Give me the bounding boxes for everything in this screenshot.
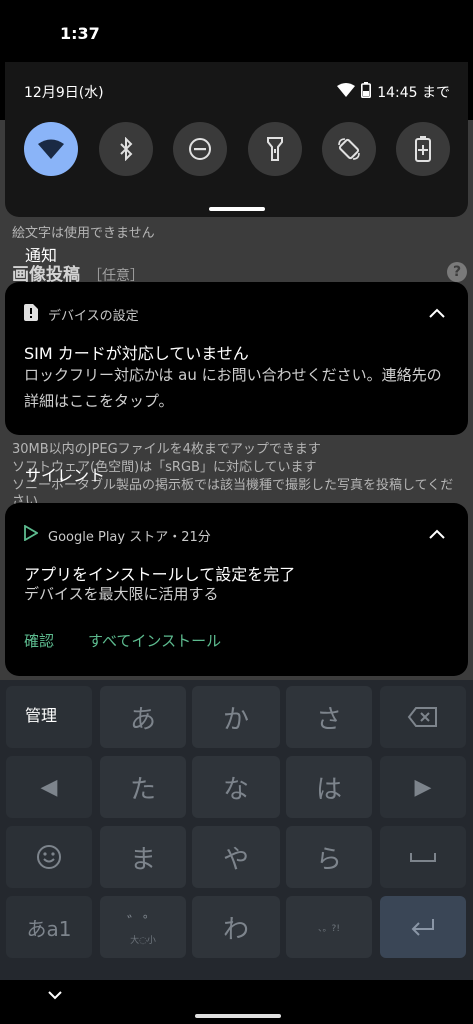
status-time: 1:37: [60, 24, 100, 43]
key-row1-2: か: [192, 686, 280, 748]
left-arrow-key: ◀: [6, 756, 92, 818]
do-not-disturb-icon[interactable]: [173, 122, 227, 176]
help-icon: ?: [447, 262, 467, 282]
key-row2-3: は: [286, 756, 372, 818]
battery-icon: [361, 82, 372, 102]
battery-saver-icon[interactable]: [396, 122, 450, 176]
notification-header: デバイスの設定: [24, 304, 139, 325]
notification-app-name: Google Play ストア・21分: [48, 529, 211, 545]
wifi-icon[interactable]: [24, 122, 78, 176]
wifi-status-icon: [337, 83, 356, 101]
qs-status: 14:45 まで: [337, 82, 450, 102]
flashlight-icon[interactable]: [248, 122, 302, 176]
bg-line-emoji: 絵文字は使用できません: [12, 226, 155, 241]
notification-text: デバイスを最大限に活用する: [24, 585, 219, 603]
notification-google-play[interactable]: Google Play ストア・21分 アプリをインストールして設定を完了 デバ…: [5, 503, 468, 676]
dakuten-key: ゛゜大◌小: [100, 896, 186, 958]
backspace-icon: [380, 686, 466, 748]
notification-device-settings[interactable]: デバイスの設定 SIM カードが対応していません ロックフリー対応かは au に…: [5, 282, 468, 435]
install-all-button[interactable]: すべてインストール: [88, 630, 221, 651]
enter-icon: [380, 896, 466, 958]
confirm-button[interactable]: 確認: [24, 630, 54, 651]
section-silent: サイレント: [25, 466, 106, 485]
notification-header: Google Play ストア・21分: [24, 524, 211, 545]
home-gesture-bar[interactable]: [195, 1014, 281, 1018]
battery-text: 14:45 まで: [377, 85, 450, 101]
key-wa: わ: [192, 896, 280, 958]
collapse-chevron-icon[interactable]: [428, 304, 446, 323]
bluetooth-icon[interactable]: [99, 122, 153, 176]
manage-button[interactable]: 管理: [25, 702, 57, 726]
key-row3-1: ま: [100, 826, 186, 888]
notification-app-name: デバイスの設定: [48, 309, 139, 324]
chevron-down-icon[interactable]: [46, 986, 64, 1005]
quick-settings-panel: 12月9日(水) 14:45 まで: [5, 62, 468, 217]
right-arrow-key: ▶: [380, 756, 466, 818]
dakuten-sub: 大◌小: [130, 935, 156, 946]
key-row3-3: ら: [286, 826, 372, 888]
space-icon: [380, 826, 466, 888]
bg-line-1: 30MB以内のJPEGファイルを4枚までアップできます: [12, 442, 321, 457]
notification-actions: 確認 すべてインストール: [24, 630, 221, 651]
punctuation-sub: 、。?!: [318, 923, 340, 934]
key-row2-2: な: [192, 756, 280, 818]
input-mode-key: あa1: [6, 896, 92, 958]
punctuation-key: 、。?!: [286, 896, 372, 958]
key-row3-2: や: [192, 826, 280, 888]
sim-card-icon: [24, 304, 38, 325]
notification-title: SIM カードが対応していません: [24, 344, 249, 363]
qs-tiles: [24, 122, 454, 176]
notification-text: ロックフリー対応かは au にお問い合わせください。連絡先の詳細はここをタップ。: [24, 366, 442, 410]
smiley-icon: [6, 826, 92, 888]
section-notifications: 通知: [25, 246, 58, 265]
drag-handle[interactable]: [209, 207, 265, 211]
qs-date[interactable]: 12月9日(水): [24, 82, 104, 102]
key-row1-1: あ: [100, 686, 186, 748]
key-row2-1: た: [100, 756, 186, 818]
key-row1-3: さ: [286, 686, 372, 748]
play-store-icon: [24, 524, 39, 545]
background-keyboard: あ か さ ◀ た な は ▶ ま や ら あa1 ゛゜大◌小 わ 、。?!: [0, 680, 473, 980]
screen: 絵文字は使用できません 画像投稿 ［任意］ ? 30MB以内のJPEGファイルを4…: [0, 0, 473, 1024]
collapse-chevron-icon[interactable]: [428, 525, 446, 544]
dakuten-label: ゛゜: [126, 912, 159, 932]
auto-rotate-icon[interactable]: [322, 122, 376, 176]
